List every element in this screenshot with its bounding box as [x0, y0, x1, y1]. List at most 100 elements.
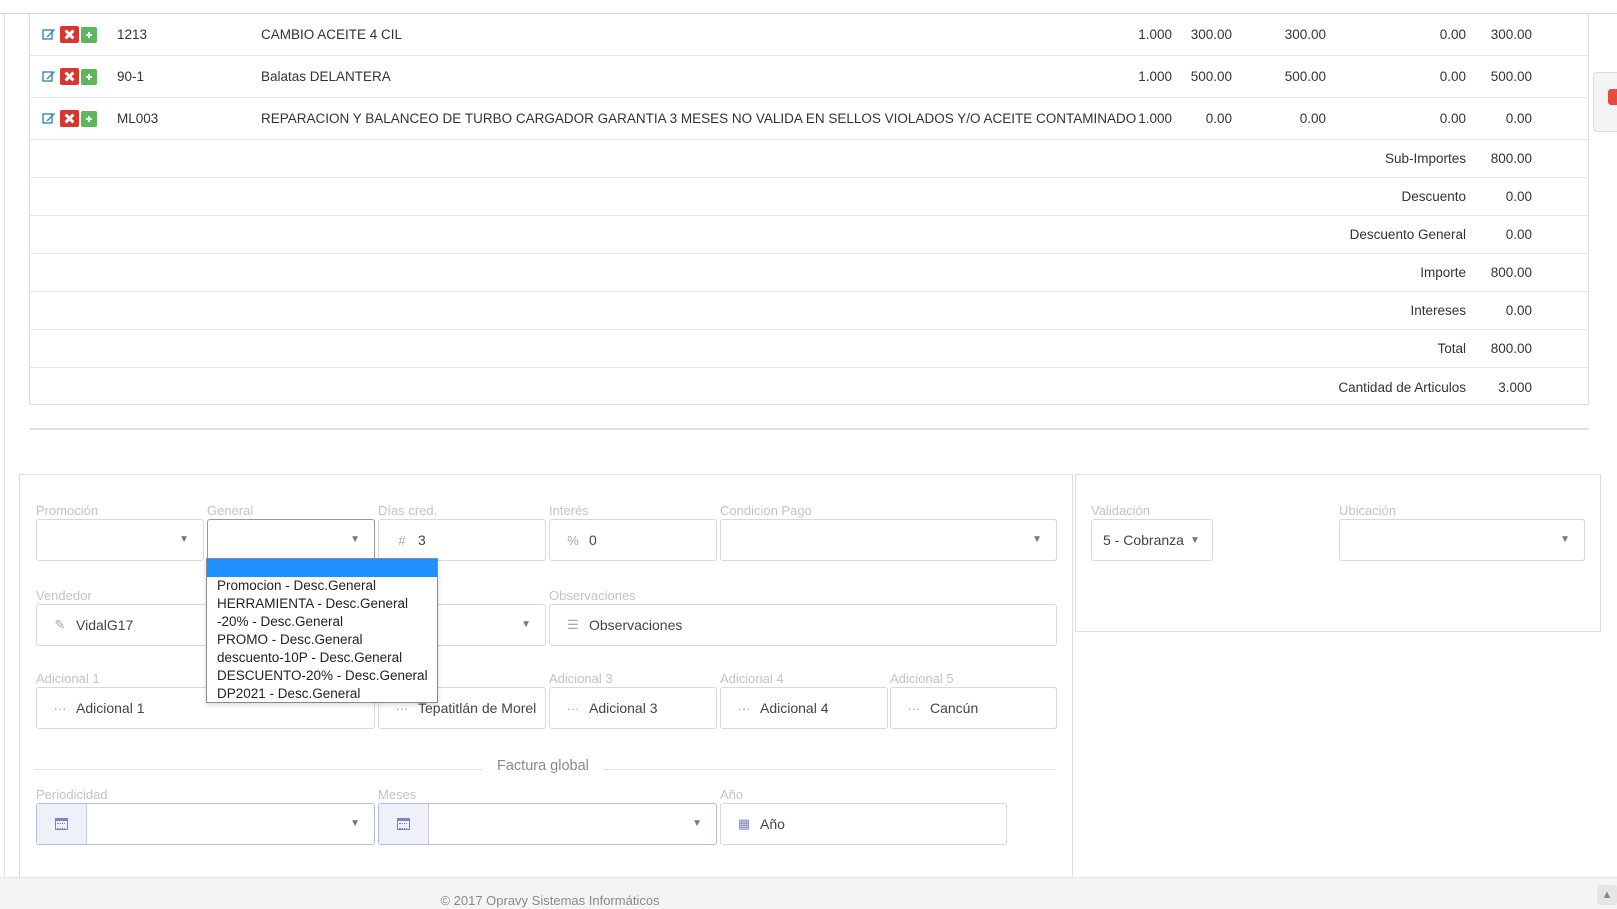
totals-label: Cantidad de Articulos	[1338, 379, 1466, 395]
totals-value: 0.00	[1505, 189, 1532, 204]
factura-global-legend: Factura global	[483, 758, 603, 774]
totals-label: Descuento	[1401, 189, 1466, 204]
item-discount: 0.00	[1439, 69, 1466, 84]
edit-icon[interactable]	[42, 27, 58, 43]
edit-icon: ✎	[54, 617, 66, 632]
dropdown-option[interactable]: descuento-10P - Desc.General	[207, 649, 437, 667]
ellipsis-icon: ···	[53, 700, 67, 716]
scroll-up-icon[interactable]: ▲	[1597, 885, 1617, 905]
dropdown-option[interactable]: HERRAMIENTA - Desc.General	[207, 595, 437, 613]
totals-row: Sub-Importes 800.00	[30, 140, 1588, 178]
dropdown-option[interactable]	[207, 559, 437, 577]
add-icon[interactable]	[81, 110, 97, 127]
totals-row: Total 800.00	[30, 330, 1588, 368]
add-icon[interactable]	[81, 26, 97, 43]
periodicidad-select[interactable]: ▼	[36, 803, 375, 845]
caret-down-icon: ▼	[521, 619, 531, 630]
totals-row: Intereses 0.00	[30, 292, 1588, 330]
item-discount: 0.00	[1439, 111, 1466, 126]
dropdown-option[interactable]: DESCUENTO-20% - Desc.General	[207, 667, 437, 685]
side-tab-indicator	[1608, 89, 1617, 105]
adicional5-input[interactable]: ··· Cancún	[890, 687, 1057, 729]
validacion-label: Validación	[1091, 503, 1151, 518]
delete-icon[interactable]	[60, 26, 79, 43]
table-row: ML003 REPARACION Y BALANCEO DE TURBO CARG…	[30, 98, 1588, 140]
promocion-select[interactable]: ▼	[36, 519, 204, 561]
meses-label: Meses	[378, 787, 417, 802]
totals-row: Descuento 0.00	[30, 178, 1588, 216]
totals-label: Importe	[1420, 265, 1466, 280]
totals-value: 3.000	[1498, 379, 1532, 395]
interes-input[interactable]: % 0	[549, 519, 717, 561]
item-subtotal: 0.00	[1299, 111, 1326, 126]
adicional1-label: Adicional 1	[36, 671, 100, 686]
dropdown-option[interactable]: -20% - Desc.General	[207, 613, 437, 631]
dropdown-option[interactable]: DP2021 - Desc.General	[207, 685, 437, 703]
items-table: 1213 CAMBIO ACEITE 4 CIL 1.000 300.00 300.00…	[29, 14, 1589, 405]
condicion-pago-select[interactable]: ▼	[720, 519, 1057, 561]
item-description: Balatas DELANTERA	[261, 69, 391, 84]
ubicacion-select[interactable]: ▼	[1339, 519, 1585, 561]
item-code: ML003	[117, 111, 159, 126]
condicion-pago-label: Condicion Pago	[720, 503, 812, 518]
item-total: 300.00	[1490, 27, 1532, 42]
totals-row: Cantidad de Articulos 3.000	[30, 368, 1588, 406]
item-quantity: 1.000	[1138, 69, 1172, 84]
item-price: 500.00	[1190, 69, 1232, 84]
list-icon: ☰	[567, 617, 579, 632]
totals-value: 800.00	[1490, 265, 1532, 280]
add-icon[interactable]	[81, 68, 97, 85]
ellipsis-icon: ···	[907, 700, 921, 716]
ellipsis-icon: ···	[737, 700, 751, 716]
general-dropdown-list[interactable]: Promocion - Desc.General HERRAMIENTA - De…	[206, 558, 438, 703]
dropdown-option[interactable]: Promocion - Desc.General	[207, 577, 437, 595]
calendar-icon	[379, 804, 429, 844]
row-actions	[42, 98, 97, 139]
caret-down-icon: ▼	[179, 534, 189, 545]
dias-cred-input[interactable]: # 3	[378, 519, 546, 561]
validacion-select[interactable]: 5 - Cobranza ▼	[1091, 519, 1213, 561]
item-subtotal: 500.00	[1284, 69, 1326, 84]
caret-down-icon: ▼	[692, 818, 702, 829]
validation-panel: Validación 5 - Cobranza ▼ Ubicación ▼	[1075, 474, 1601, 632]
adicional3-label: Adicional 3	[549, 671, 613, 686]
delete-icon[interactable]	[60, 110, 79, 127]
footer: © 2017 Opravy Sistemas Informáticos	[0, 877, 1617, 909]
anio-input[interactable]: ▦ Año	[720, 803, 1007, 845]
observaciones-label: Observaciones	[549, 588, 636, 603]
item-code: 90-1	[117, 69, 145, 84]
side-tab[interactable]	[1593, 72, 1617, 132]
copyright-text: © 2017 Opravy Sistemas Informáticos	[440, 893, 660, 908]
general-label: General	[207, 503, 254, 518]
caret-down-icon: ▼	[350, 534, 360, 545]
table-row: 1213 CAMBIO ACEITE 4 CIL 1.000 300.00 300.00…	[30, 14, 1588, 56]
left-border	[4, 14, 5, 880]
adicional4-label: Adicional 4	[720, 671, 784, 686]
item-code: 1213	[117, 27, 148, 42]
row-actions	[42, 14, 97, 55]
promocion-label: Promoción	[36, 503, 99, 518]
ellipsis-icon: ···	[566, 700, 580, 716]
interes-label: Interés	[549, 503, 589, 518]
delete-icon[interactable]	[60, 68, 79, 85]
observaciones-input[interactable]: ☰ Observaciones	[549, 604, 1057, 646]
dropdown-option[interactable]: PROMO - Desc.General	[207, 631, 437, 649]
totals-label: Descuento General	[1349, 227, 1466, 242]
document-options-panel: Promoción ▼ General ▼ Días cred. # 3 Int…	[19, 474, 1073, 894]
ubicacion-label: Ubicación	[1339, 503, 1397, 518]
adicional3-input[interactable]: ··· Adicional 3	[549, 687, 717, 729]
caret-down-icon: ▼	[1560, 534, 1570, 545]
totals-value: 800.00	[1490, 341, 1532, 356]
item-subtotal: 300.00	[1284, 27, 1326, 42]
caret-down-icon: ▼	[350, 818, 360, 829]
edit-icon[interactable]	[42, 69, 58, 85]
edit-icon[interactable]	[42, 111, 58, 127]
general-select[interactable]: ▼	[207, 519, 375, 561]
totals-value: 0.00	[1505, 227, 1532, 242]
item-price: 300.00	[1190, 27, 1232, 42]
item-description: REPARACION Y BALANCEO DE TURBO CARGADOR …	[261, 111, 1137, 126]
adicional4-input[interactable]: ··· Adicional 4	[720, 687, 888, 729]
item-discount: 0.00	[1439, 27, 1466, 42]
dias-cred-label: Días cred.	[378, 503, 438, 518]
meses-select[interactable]: ▼	[378, 803, 717, 845]
